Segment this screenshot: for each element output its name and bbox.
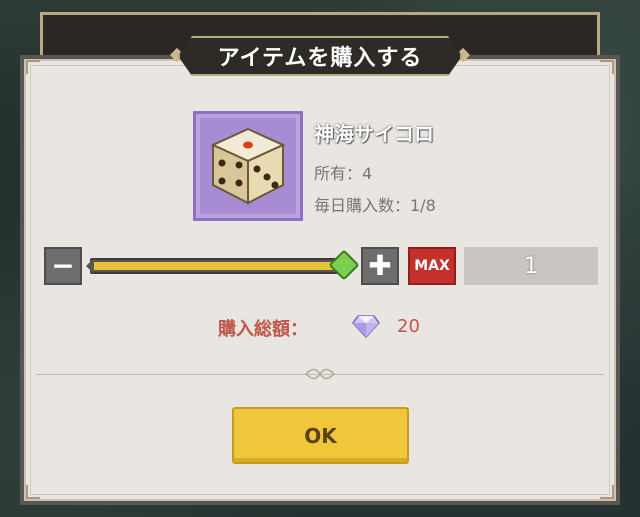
- max-quantity-button[interactable]: MAX: [408, 247, 456, 285]
- divider-ornament: [304, 368, 336, 380]
- quantity-slider[interactable]: [86, 258, 348, 274]
- total-price-value: 20: [397, 316, 420, 337]
- slider-fill: [94, 262, 344, 270]
- corner-ornament: [26, 485, 40, 499]
- dialog-title: アイテムを購入する: [217, 46, 423, 71]
- slider-left-tip: [86, 258, 94, 274]
- quantity-field[interactable]: 1: [464, 247, 598, 285]
- corner-ornament: [600, 60, 614, 74]
- decrease-quantity-button[interactable]: −: [44, 247, 82, 285]
- dice-icon: [210, 127, 286, 205]
- item-daily-limit: 毎日購入数：1/8: [314, 196, 436, 215]
- diamond-gem-icon: [352, 315, 380, 339]
- increase-quantity-button[interactable]: ✚: [361, 247, 399, 285]
- item-owned-count: 所有：4: [314, 164, 373, 183]
- ok-button[interactable]: OK: [232, 407, 409, 464]
- item-name: 神海サイコロ: [314, 122, 434, 146]
- title-banner: アイテムを購入する: [178, 36, 462, 76]
- total-price-label: 購入総額：: [218, 319, 308, 340]
- corner-ornament: [600, 485, 614, 499]
- corner-ornament: [26, 60, 40, 74]
